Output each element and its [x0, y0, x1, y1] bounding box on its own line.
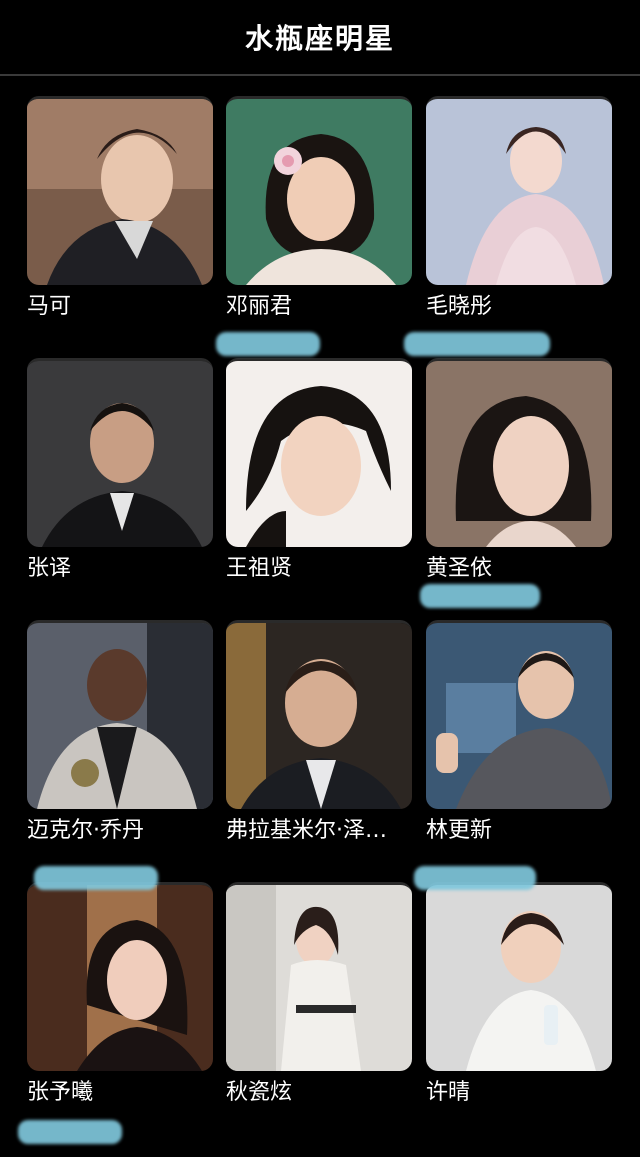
portrait-photo-icon[interactable] [426, 882, 612, 1071]
highlight-mark [420, 584, 540, 608]
highlight-mark [34, 866, 158, 890]
portrait-photo-icon[interactable] [27, 882, 213, 1071]
celebrity-name: 林更新 [426, 818, 493, 843]
portrait-photo-icon[interactable] [226, 882, 412, 1071]
highlight-mark [404, 332, 550, 356]
portrait-photo-icon[interactable] [426, 96, 612, 285]
celebrity-name: 毛晓彤 [426, 294, 493, 319]
celebrity-name: 王祖贤 [226, 556, 293, 581]
celebrity-name: 秋瓷炫 [226, 1080, 293, 1105]
celebrity-name: 迈克尔·乔丹 [27, 818, 144, 843]
highlight-mark [18, 1120, 122, 1144]
highlight-mark [414, 866, 536, 890]
page-title: 水瓶座明星 [244, 22, 395, 55]
portrait-photo-icon[interactable] [426, 358, 612, 547]
portrait-photo-icon[interactable] [226, 358, 412, 547]
celebrity-name: 张予曦 [27, 1080, 94, 1105]
portrait-photo-icon[interactable] [226, 96, 412, 285]
celebrity-name: 许晴 [426, 1080, 471, 1105]
portrait-photo-icon[interactable] [27, 96, 213, 285]
celebrity-name: 黄圣依 [426, 556, 493, 581]
celebrity-name: 弗拉基米尔·泽… [226, 818, 387, 843]
celebrity-name: 邓丽君 [226, 294, 293, 319]
portrait-photo-icon[interactable] [27, 358, 213, 547]
celebrity-name: 张译 [27, 556, 72, 581]
portrait-photo-icon[interactable] [27, 620, 213, 809]
celebrity-grid: 马可 邓丽君 毛晓彤 张译 王祖贤 黄圣依 迈克尔·乔丹 弗拉基米尔·泽… 林更… [0, 76, 640, 1157]
portrait-photo-icon[interactable] [226, 620, 412, 809]
celebrity-name: 马可 [27, 294, 72, 319]
highlight-mark [216, 332, 320, 356]
portrait-photo-icon[interactable] [426, 620, 612, 809]
page-header: 水瓶座明星 [0, 0, 640, 74]
